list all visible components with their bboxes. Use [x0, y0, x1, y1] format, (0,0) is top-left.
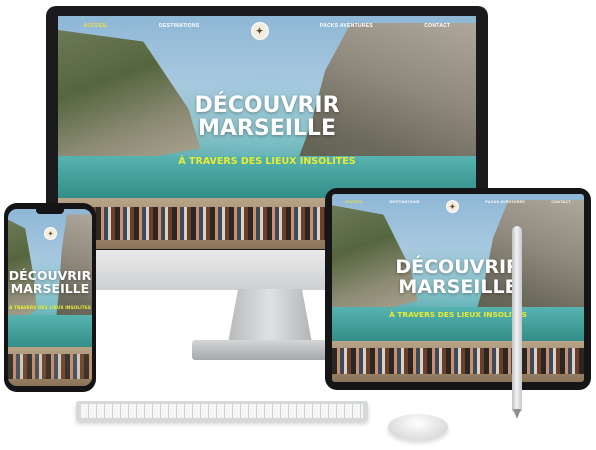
phone-website-screen: ✦ DÉCOUVRIR MARSEILLE À TRAVERS DES LIEU…	[8, 209, 92, 386]
nav-contact[interactable]: CONTACT	[551, 200, 570, 204]
compass-icon[interactable]: ✦	[250, 22, 269, 40]
nav-destinations[interactable]: DESTINATIONS	[390, 200, 420, 204]
site-nav: ACCUEIL DESTINATIONS ✦ PACKS AVENTURES C…	[58, 16, 476, 40]
people-on-beach	[8, 354, 92, 379]
hero-title-line2: MARSEILLE	[198, 116, 336, 142]
nav-home[interactable]: ACCUEIL	[345, 200, 363, 204]
compass-icon[interactable]: ✦	[446, 200, 460, 213]
phone-notch	[36, 209, 64, 214]
nav-contact[interactable]: CONTACT	[424, 23, 450, 29]
compass-icon[interactable]: ✦	[44, 227, 57, 240]
device-mockup-scene: ACCUEIL DESTINATIONS ✦ PACKS AVENTURES C…	[0, 0, 596, 450]
hero-title: DÉCOUVRIR MARSEILLE	[332, 256, 584, 298]
site-nav: ACCUEIL DESTINATIONS ✦ PACKS AVENTURES C…	[332, 194, 584, 213]
hero-title: DÉCOUVRIR MARSEILLE	[58, 94, 476, 140]
hero-subtitle: À TRAVERS DES LIEUX INSOLITES	[178, 156, 356, 167]
tablet-website-screen: ACCUEIL DESTINATIONS ✦ PACKS AVENTURES C…	[332, 194, 584, 382]
nav-home[interactable]: ACCUEIL	[84, 23, 108, 29]
hero-subtitle: À TRAVERS DES LIEUX INSOLITES	[9, 306, 91, 311]
mouse	[388, 414, 448, 440]
keyboard-keys	[81, 404, 363, 418]
hero-subtitle: À TRAVERS DES LIEUX INSOLITES	[389, 310, 527, 319]
people-on-beach	[332, 348, 584, 375]
hero-title: DÉCOUVRIR MARSEILLE	[8, 269, 92, 295]
nav-packs[interactable]: PACKS AVENTURES	[320, 23, 373, 29]
sea-water	[8, 315, 92, 351]
hero-title-line1: DÉCOUVRIR	[194, 93, 340, 118]
nav-destinations[interactable]: DESTINATIONS	[159, 23, 199, 29]
imac-stand-neck	[228, 289, 312, 343]
stylus-tip	[513, 409, 521, 419]
hero-title-line2: MARSEILLE	[10, 281, 90, 297]
hero-title-line1: DÉCOUVRIR	[395, 256, 521, 278]
nav-packs[interactable]: PACKS AVENTURES	[485, 200, 525, 204]
hero-title-line2: MARSEILLE	[398, 275, 518, 298]
stylus-pen	[512, 226, 522, 412]
